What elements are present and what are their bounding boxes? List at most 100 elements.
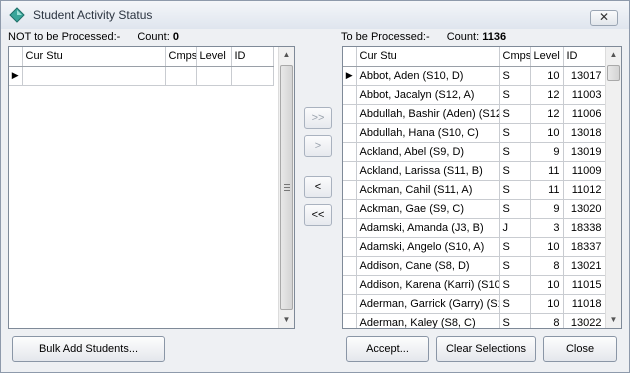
table-row[interactable]: Adamski, Amanda (J3, B) J 3 18338: [343, 218, 606, 238]
cmps-cell[interactable]: J: [499, 218, 531, 238]
column-header-level[interactable]: Level: [530, 47, 564, 67]
id-cell[interactable]: 18337: [563, 237, 606, 257]
row-selector[interactable]: [343, 123, 357, 143]
close-button[interactable]: Close: [543, 336, 617, 362]
cmps-cell[interactable]: S: [499, 275, 531, 295]
level-cell[interactable]: 10: [530, 294, 564, 314]
id-cell[interactable]: 18338: [563, 218, 606, 238]
table-row[interactable]: Abdullah, Bashir (Aden) (S12, S 12 11006: [343, 104, 606, 124]
cell[interactable]: [196, 66, 232, 86]
cmps-cell[interactable]: S: [499, 142, 531, 162]
id-cell[interactable]: 11003: [563, 85, 606, 105]
cell[interactable]: [231, 66, 274, 86]
id-cell[interactable]: 13020: [563, 199, 606, 219]
scroll-down-icon[interactable]: ▼: [606, 312, 621, 328]
row-selector[interactable]: [343, 237, 357, 257]
level-cell[interactable]: 10: [530, 123, 564, 143]
id-cell[interactable]: 13021: [563, 256, 606, 276]
id-cell[interactable]: 11012: [563, 180, 606, 200]
level-cell[interactable]: 9: [530, 199, 564, 219]
table-row[interactable]: Aderman, Kaley (S8, C) S 8 13022: [343, 313, 606, 328]
right-vertical-scrollbar[interactable]: ▲ ▼: [605, 47, 621, 328]
id-cell[interactable]: 13017: [563, 66, 606, 86]
row-selector[interactable]: [343, 294, 357, 314]
row-selector[interactable]: [343, 161, 357, 181]
cmps-cell[interactable]: S: [499, 256, 531, 276]
move-all-right-button[interactable]: >>: [304, 107, 332, 129]
cmps-cell[interactable]: S: [499, 85, 531, 105]
cmps-cell[interactable]: S: [499, 104, 531, 124]
table-row[interactable]: Ackman, Gae (S9, C) S 9 13020: [343, 199, 606, 219]
clear-selections-button[interactable]: Clear Selections: [436, 336, 536, 362]
cmps-cell[interactable]: S: [499, 180, 531, 200]
left-vertical-scrollbar[interactable]: ▲ ▼: [278, 47, 294, 328]
student-name-cell[interactable]: Addison, Cane (S8, D): [356, 256, 500, 276]
student-name-cell[interactable]: Abdullah, Bashir (Aden) (S12,: [356, 104, 500, 124]
id-cell[interactable]: 11006: [563, 104, 606, 124]
table-row[interactable]: Addison, Karena (Karri) (S10, S 10 11015: [343, 275, 606, 295]
student-name-cell[interactable]: Ackman, Cahil (S11, A): [356, 180, 500, 200]
row-selector[interactable]: [343, 275, 357, 295]
row-selector[interactable]: [343, 180, 357, 200]
level-cell[interactable]: 10: [530, 275, 564, 295]
cmps-cell[interactable]: S: [499, 199, 531, 219]
scroll-down-icon[interactable]: ▼: [279, 312, 294, 328]
column-header-level[interactable]: Level: [196, 47, 232, 67]
cell[interactable]: [22, 66, 166, 86]
row-pointer-icon[interactable]: ▶: [343, 66, 357, 86]
level-cell[interactable]: 11: [530, 161, 564, 181]
move-left-button[interactable]: <: [304, 176, 332, 198]
table-row[interactable]: Addison, Cane (S8, D) S 8 13021: [343, 256, 606, 276]
scroll-up-icon[interactable]: ▲: [279, 47, 294, 63]
to-be-processed-grid[interactable]: Cur Stu Cmps Level ID ▶ Abbot, Aden (S10,…: [342, 46, 622, 329]
move-all-left-button[interactable]: <<: [304, 204, 332, 226]
column-header-cmps[interactable]: Cmps: [499, 47, 531, 67]
cmps-cell[interactable]: S: [499, 237, 531, 257]
table-row[interactable]: Ackland, Larissa (S11, B) S 11 11009: [343, 161, 606, 181]
table-row[interactable]: Ackland, Abel (S9, D) S 9 13019: [343, 142, 606, 162]
student-name-cell[interactable]: Abdullah, Hana (S10, C): [356, 123, 500, 143]
empty-new-row[interactable]: ▶: [9, 66, 274, 86]
table-row[interactable]: Adamski, Angelo (S10, A) S 10 18337: [343, 237, 606, 257]
student-name-cell[interactable]: Ackland, Larissa (S11, B): [356, 161, 500, 181]
id-cell[interactable]: 13022: [563, 313, 606, 328]
student-name-cell[interactable]: Aderman, Garrick (Garry) (S1: [356, 294, 500, 314]
cmps-cell[interactable]: S: [499, 161, 531, 181]
scroll-up-icon[interactable]: ▲: [606, 47, 621, 63]
bulk-add-students-button[interactable]: Bulk Add Students...: [12, 336, 165, 362]
cell[interactable]: [165, 66, 197, 86]
cmps-cell[interactable]: S: [499, 123, 531, 143]
row-selector[interactable]: [343, 199, 357, 219]
student-name-cell[interactable]: Addison, Karena (Karri) (S10,: [356, 275, 500, 295]
table-row[interactable]: Abbot, Jacalyn (S12, A) S 12 11003: [343, 85, 606, 105]
row-selector[interactable]: [343, 142, 357, 162]
level-cell[interactable]: 10: [530, 66, 564, 86]
column-header-cur-stu[interactable]: Cur Stu: [22, 47, 166, 67]
window-close-button[interactable]: ✕: [590, 10, 618, 26]
move-right-button[interactable]: >: [304, 135, 332, 157]
scroll-thumb[interactable]: [280, 65, 293, 310]
table-row[interactable]: Aderman, Garrick (Garry) (S1 S 10 11018: [343, 294, 606, 314]
level-cell[interactable]: 8: [530, 256, 564, 276]
accept-button[interactable]: Accept...: [346, 336, 429, 362]
level-cell[interactable]: 10: [530, 237, 564, 257]
table-row[interactable]: ▶ Abbot, Aden (S10, D) S 10 13017: [343, 66, 606, 86]
row-selector[interactable]: [343, 85, 357, 105]
level-cell[interactable]: 12: [530, 104, 564, 124]
id-cell[interactable]: 11018: [563, 294, 606, 314]
cmps-cell[interactable]: S: [499, 294, 531, 314]
level-cell[interactable]: 9: [530, 142, 564, 162]
student-name-cell[interactable]: Adamski, Angelo (S10, A): [356, 237, 500, 257]
table-row[interactable]: Abdullah, Hana (S10, C) S 10 13018: [343, 123, 606, 143]
cmps-cell[interactable]: S: [499, 66, 531, 86]
column-header-id[interactable]: ID: [563, 47, 606, 67]
column-header-cur-stu[interactable]: Cur Stu: [356, 47, 500, 67]
cmps-cell[interactable]: S: [499, 313, 531, 328]
level-cell[interactable]: 3: [530, 218, 564, 238]
id-cell[interactable]: 11015: [563, 275, 606, 295]
not-processed-grid[interactable]: Cur Stu Cmps Level ID ▶ ▲ ▼: [8, 46, 295, 329]
row-selector[interactable]: [343, 256, 357, 276]
id-cell[interactable]: 13018: [563, 123, 606, 143]
student-name-cell[interactable]: Abbot, Aden (S10, D): [356, 66, 500, 86]
student-name-cell[interactable]: Ackman, Gae (S9, C): [356, 199, 500, 219]
